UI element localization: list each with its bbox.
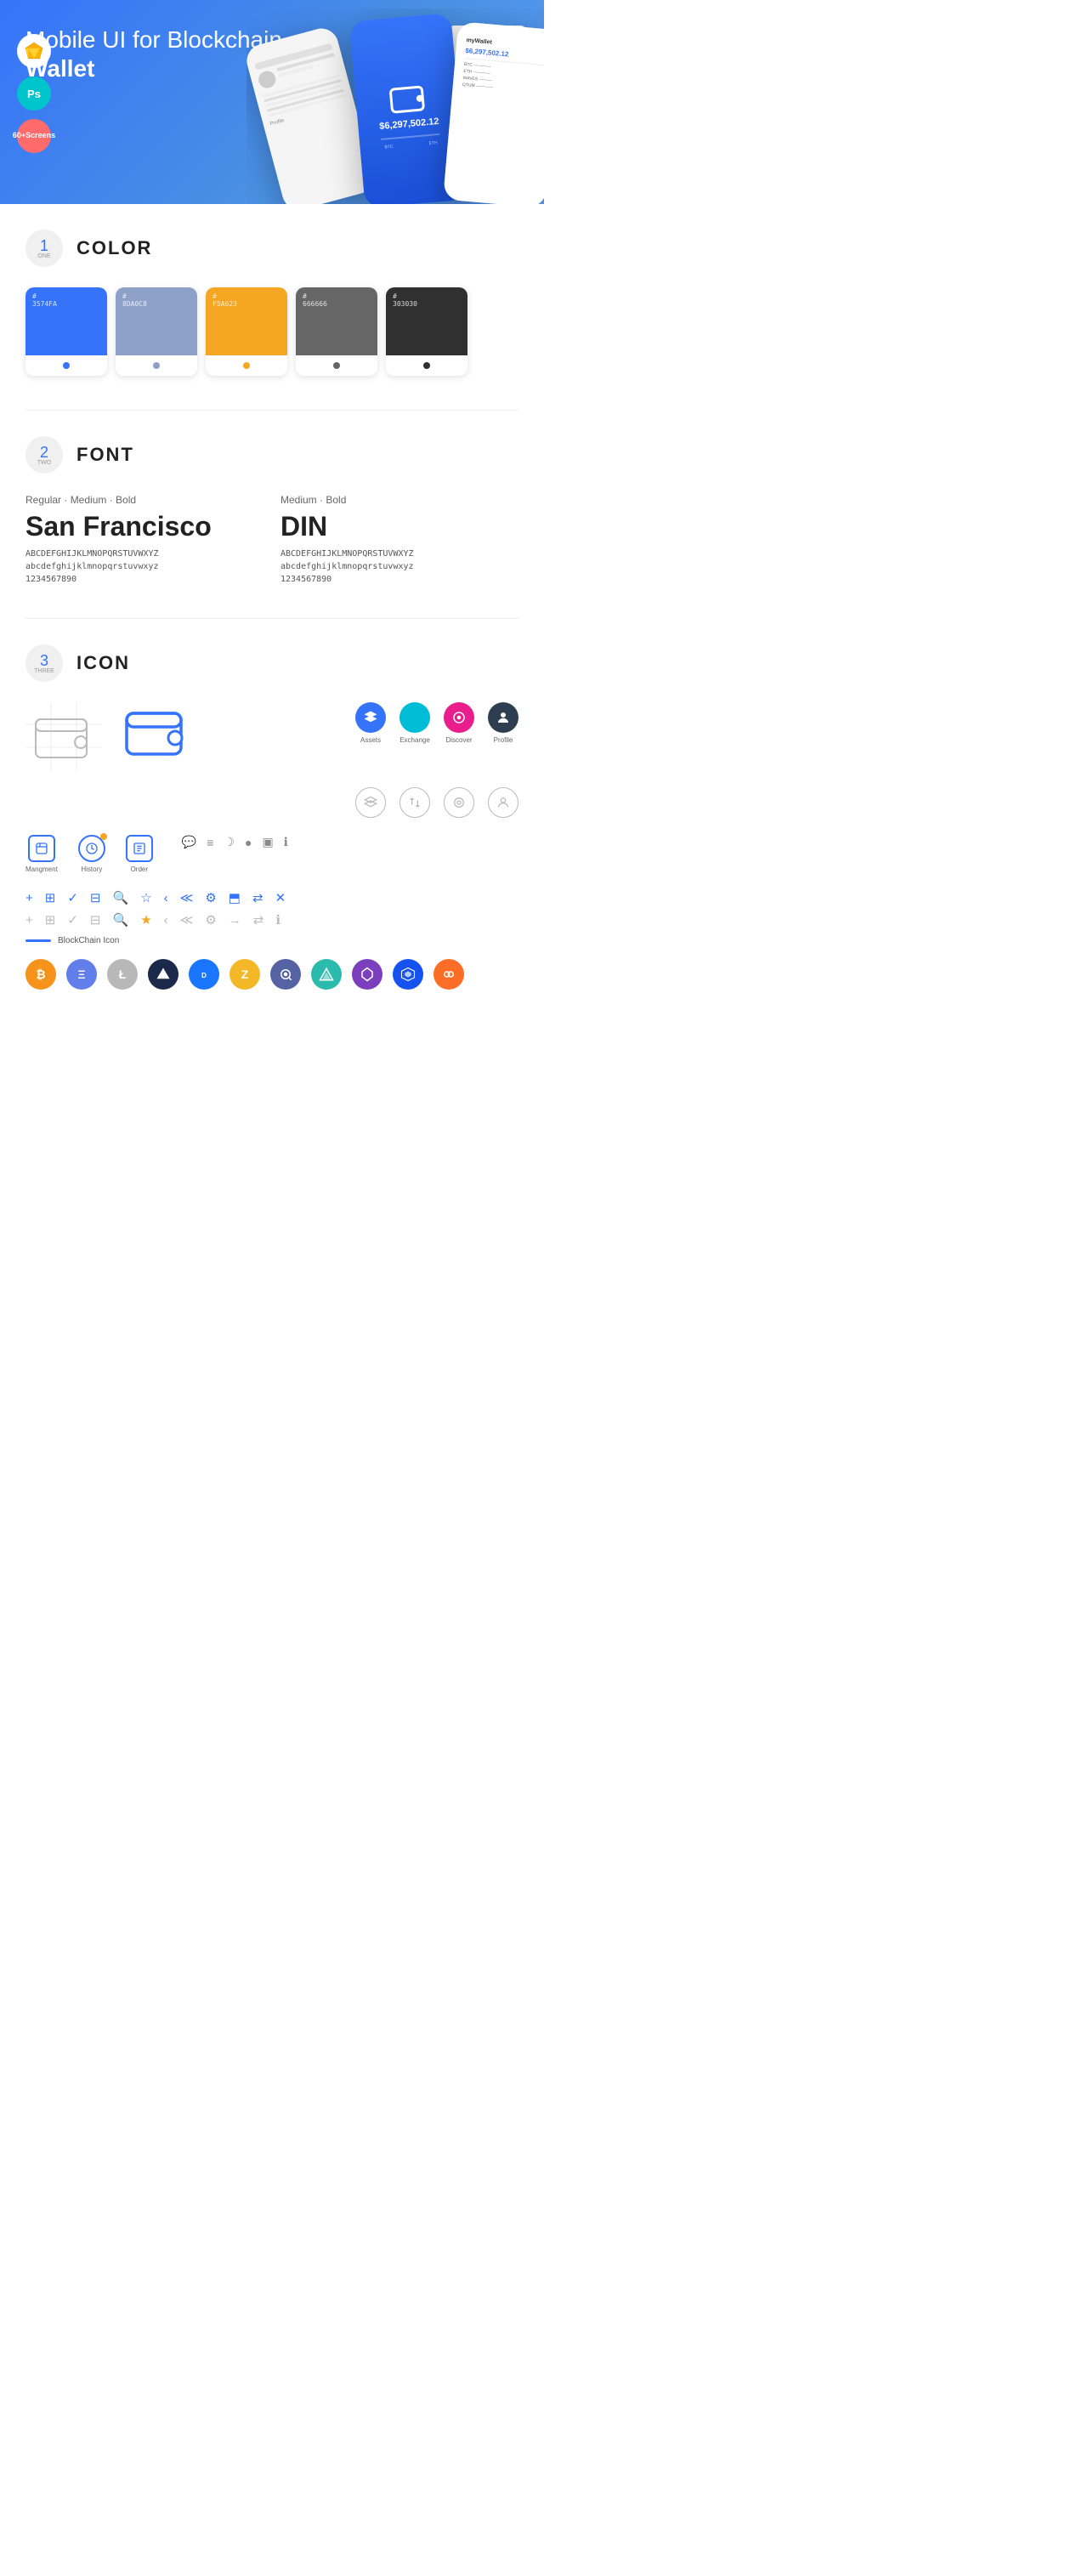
- font-section: 2 TWO FONT Regular · Medium · Bold San F…: [26, 436, 518, 584]
- icon-chat: 💬: [182, 835, 196, 849]
- icon-share[interactable]: ≪: [180, 890, 194, 905]
- phone-mockups: Profile $6,297,502.12 BTC ETH myWalle: [246, 9, 544, 204]
- swatch-orange: #F5A623: [206, 287, 287, 376]
- coin-ark: [352, 959, 382, 990]
- coin-qtum: [270, 959, 301, 990]
- icon-exchange: Exchange: [400, 702, 430, 744]
- color-section-header: 1 ONE COLOR: [26, 230, 518, 267]
- icon-exchange-outline: [400, 787, 430, 818]
- coin-ethereum: Ξ: [66, 959, 97, 990]
- icon-section: 3 THREE ICON: [26, 644, 518, 990]
- icon-settings[interactable]: ⚙: [205, 890, 216, 905]
- sketch-badge: [17, 34, 51, 68]
- icon-plus[interactable]: +: [26, 891, 33, 905]
- wallet-wireframe-svg: [34, 711, 94, 762]
- phone-3: myWallet $6,297,502.12 BTC ———— ETH ————…: [443, 21, 544, 204]
- icon-row-wallet: Assets Exchange Discover: [26, 702, 518, 770]
- icon-assets-outline: [355, 787, 386, 818]
- bottom-nav-icons: Mangment History Order 💬 ≡ ☽ ●: [26, 835, 518, 873]
- icon-share-grey: ≪: [180, 912, 194, 928]
- swatch-blue: #3574FA: [26, 287, 107, 376]
- icon-title: ICON: [76, 652, 130, 674]
- color-section: 1 ONE COLOR #3574FA #8DA0C8 #F5A623: [26, 230, 518, 376]
- hero-badges: Ps 60+ Screens: [17, 34, 51, 153]
- icon-search-grey: 🔍: [113, 912, 129, 928]
- blockchain-label-row: BlockChain Icon: [26, 936, 518, 945]
- nav-icons-colored: Assets Exchange Discover: [355, 702, 518, 744]
- icon-management: Mangment: [26, 835, 58, 873]
- section-number-1: 1 ONE: [26, 230, 63, 267]
- ps-badge: Ps: [17, 77, 51, 111]
- icon-grid[interactable]: ⊞: [45, 890, 56, 905]
- icon-history: History: [78, 835, 105, 873]
- coin-zcash: Z: [230, 959, 260, 990]
- hero-section: Mobile UI for Blockchain Wallet UI Kit P…: [0, 0, 544, 204]
- icon-search[interactable]: 🔍: [113, 890, 129, 905]
- icon-star-filled: ★: [140, 912, 151, 928]
- coin-dash: D: [189, 959, 219, 990]
- coin-waves: [311, 959, 342, 990]
- divider-1: [26, 410, 518, 411]
- font-section-header: 2 TWO FONT: [26, 436, 518, 474]
- coin-bitcoin: ₿: [26, 959, 56, 990]
- icon-layers: ≡: [207, 836, 213, 849]
- color-swatches: #3574FA #8DA0C8 #F5A623 #666666: [26, 287, 518, 376]
- icon-plus-grey: +: [26, 913, 33, 928]
- toolbar-icons-colored: + ⊞ ✓ ⊟ 🔍 ☆ ‹ ≪ ⚙ ⬒ ⇄ ✕: [26, 890, 518, 905]
- icon-close[interactable]: ✕: [275, 890, 286, 905]
- svg-text:D: D: [201, 972, 207, 979]
- icon-back[interactable]: ‹: [164, 891, 168, 905]
- icon-discover-outline: [444, 787, 474, 818]
- icon-grid-grey: ⊞: [45, 912, 56, 928]
- icon-grid2[interactable]: ⊟: [90, 890, 101, 905]
- icon-back-grey: ‹: [164, 913, 168, 928]
- font-title: FONT: [76, 444, 134, 466]
- coin-loopring: [434, 959, 464, 990]
- coin-stratis: [148, 959, 178, 990]
- icon-section-header: 3 THREE ICON: [26, 644, 518, 682]
- icon-discover: Discover: [444, 702, 474, 744]
- icon-export-grey: →: [229, 913, 241, 928]
- icon-circle-dot: ●: [245, 836, 252, 849]
- icon-info: ℹ: [284, 835, 288, 849]
- color-title: COLOR: [76, 237, 152, 259]
- icon-assets: Assets: [355, 702, 386, 744]
- icon-check[interactable]: ✓: [67, 890, 78, 905]
- icon-profile: Profile: [488, 702, 518, 744]
- icon-swap-grey: ⇄: [253, 912, 264, 928]
- icon-moon: ☽: [224, 835, 235, 849]
- icon-export[interactable]: ⬒: [229, 890, 241, 905]
- blockchain-line: [26, 939, 51, 942]
- icon-settings-grey: ⚙: [205, 912, 216, 928]
- section-number-3: 3 THREE: [26, 644, 63, 682]
- icon-profile-outline: [488, 787, 518, 818]
- icon-grid2-grey: ⊟: [90, 912, 101, 928]
- font-din: Medium · Bold DIN ABCDEFGHIJKLMNOPQRSTUV…: [280, 494, 518, 584]
- icon-star[interactable]: ☆: [140, 890, 151, 905]
- wallet-colored-container: [124, 702, 192, 762]
- icon-check-grey: ✓: [67, 912, 78, 928]
- blockchain-label: BlockChain Icon: [58, 936, 119, 945]
- nav-icons-outline: [26, 787, 518, 818]
- wallet-wireframe-container: [26, 702, 102, 770]
- font-grid: Regular · Medium · Bold San Francisco AB…: [26, 494, 518, 584]
- coin-litecoin: Ł: [107, 959, 138, 990]
- swatch-black: #303030: [386, 287, 468, 376]
- wallet-colored-svg: [124, 702, 189, 758]
- icon-message: ▣: [262, 835, 273, 849]
- small-icons-row: 💬 ≡ ☽ ● ▣ ℹ: [182, 835, 288, 849]
- swatch-dark-grey: #666666: [296, 287, 377, 376]
- toolbar-icons-grey: + ⊞ ✓ ⊟ 🔍 ★ ‹ ≪ ⚙ → ⇄ ℹ: [26, 912, 518, 928]
- main-content: 1 ONE COLOR #3574FA #8DA0C8 #F5A623: [0, 204, 544, 1041]
- swatch-grey-blue: #8DA0C8: [116, 287, 197, 376]
- divider-2: [26, 618, 518, 619]
- section-number-2: 2 TWO: [26, 436, 63, 474]
- coin-polymath: [393, 959, 423, 990]
- crypto-coins-row: ₿ Ξ Ł D Z: [26, 959, 518, 990]
- icon-info-grey: ℹ: [275, 912, 280, 928]
- icon-swap[interactable]: ⇄: [252, 890, 264, 905]
- font-san-francisco: Regular · Medium · Bold San Francisco AB…: [26, 494, 264, 584]
- screens-badge: 60+ Screens: [17, 119, 51, 153]
- icon-order: Order: [126, 835, 153, 873]
